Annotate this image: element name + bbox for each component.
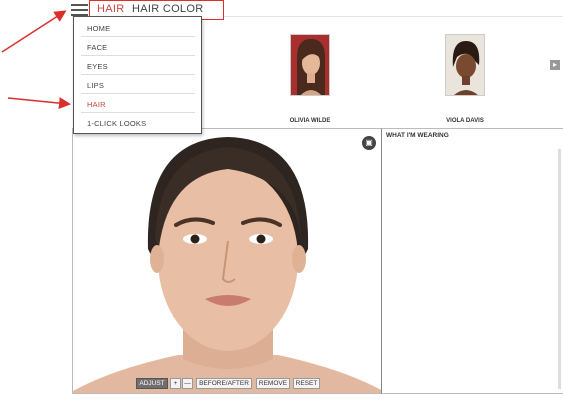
menu-item-face[interactable]: FACE <box>74 37 201 56</box>
camera-icon[interactable]: ▣ <box>362 136 376 150</box>
celebrity-thumbnail-viola-davis[interactable] <box>445 34 485 96</box>
tab-hair-color[interactable]: HAIR COLOR <box>132 3 203 15</box>
what-im-wearing-panel: WHAT I'M WEARING <box>382 128 563 394</box>
tab-hair[interactable]: HAIR <box>97 3 125 18</box>
arrow-annotation <box>1 10 67 53</box>
model-face-image <box>73 129 381 393</box>
before-after-button[interactable]: BEFORE/AFTER <box>196 378 252 389</box>
menu-item-label: HOME <box>87 24 111 33</box>
zoom-in-button[interactable]: + <box>170 378 181 389</box>
menu-item-lips[interactable]: LIPS <box>74 75 201 94</box>
menu-item-label: FACE <box>87 43 108 52</box>
remove-button[interactable]: REMOVE <box>256 378 290 389</box>
menu-item-label: EYES <box>87 62 108 71</box>
menu-item-label: HAIR <box>87 100 106 109</box>
celebrity-name: OLIVIA WILDE <box>289 118 331 124</box>
reset-button[interactable]: RESET <box>293 378 320 389</box>
arrow-annotation <box>7 97 71 110</box>
menu-item-hair[interactable]: HAIR <box>74 94 201 113</box>
zoom-out-button[interactable]: — <box>182 378 193 389</box>
scrollbar[interactable] <box>558 149 561 389</box>
celebrity-name: VIOLA DAVIS <box>446 118 484 124</box>
menu-item-eyes[interactable]: EYES <box>74 56 201 75</box>
panel-title: WHAT I'M WEARING <box>386 132 449 139</box>
chevron-right-icon[interactable]: ▸ <box>550 60 560 70</box>
menu-item-home[interactable]: HOME <box>74 18 201 37</box>
adjust-button[interactable]: ADJUST <box>136 378 168 389</box>
menu-item-1-click-looks[interactable]: 1-CLICK LOOKS <box>74 113 201 132</box>
celebrity-thumbnail-olivia-wilde[interactable] <box>290 34 330 96</box>
menu-item-label: LIPS <box>87 81 105 90</box>
hamburger-icon[interactable] <box>71 3 88 17</box>
navigation-menu: HOME FACE EYES LIPS HAIR 1-CLICK LOOKS <box>73 16 202 134</box>
menu-item-label: 1-CLICK LOOKS <box>87 119 147 128</box>
model-preview <box>72 128 382 394</box>
